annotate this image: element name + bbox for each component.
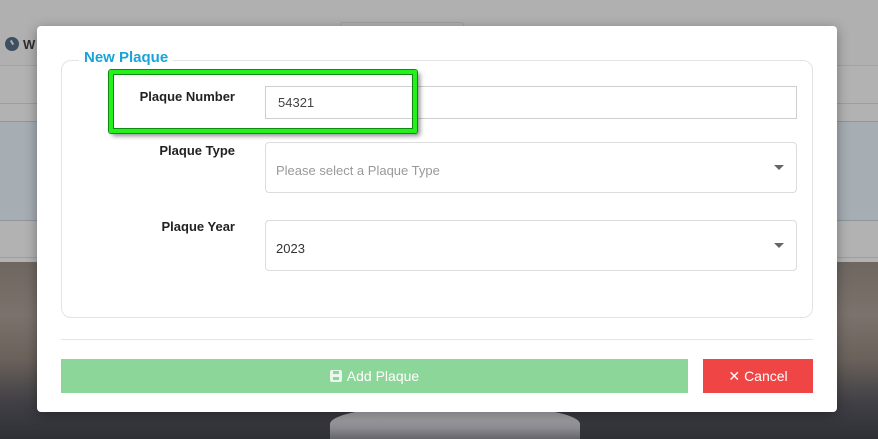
cancel-label: Cancel [744,368,788,384]
close-icon: ✕ [728,368,741,384]
plaque-year-value: 2023 [276,241,305,256]
fieldset-legend: New Plaque [79,49,174,66]
modal-divider [61,339,813,340]
background-header-text: W [23,37,36,52]
cancel-button[interactable]: ✕ Cancel [703,359,813,393]
plaque-type-placeholder: Please select a Plaque Type [276,163,440,178]
new-plaque-modal: New Plaque Plaque Number 54321 Plaque Ty… [37,26,837,412]
clock-icon [5,37,19,51]
plaque-year-select[interactable]: 2023 [265,220,797,271]
chevron-down-icon [774,165,784,170]
plaque-type-label: Plaque Type [159,143,235,158]
chevron-down-icon [774,243,784,248]
add-plaque-label: Add Plaque [346,368,420,384]
plaque-number-label: Plaque Number [139,89,235,104]
add-plaque-button[interactable]: Add Plaque [61,359,688,393]
plaque-number-input[interactable]: 54321 [265,86,797,119]
plaque-type-select[interactable]: Please select a Plaque Type [265,142,797,193]
save-icon [329,370,342,382]
plaque-year-label: Plaque Year [161,219,235,234]
